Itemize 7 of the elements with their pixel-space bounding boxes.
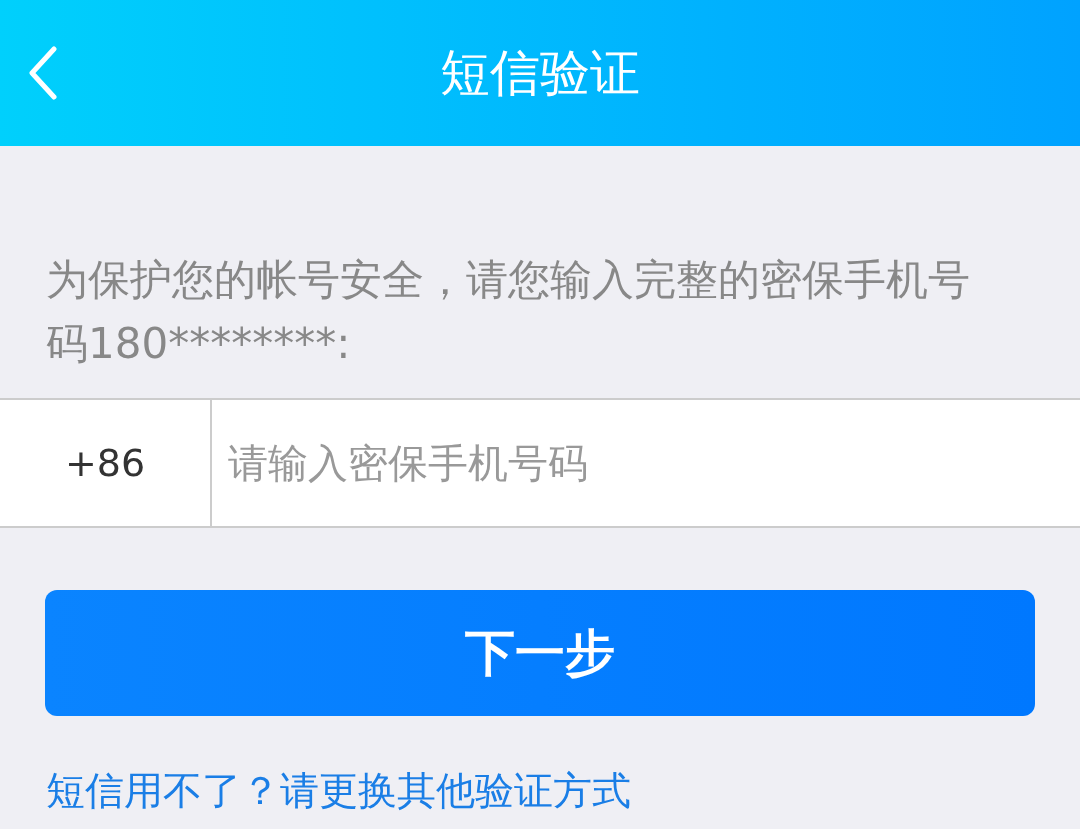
- back-icon[interactable]: [28, 46, 58, 100]
- alternate-verification-link[interactable]: 短信用不了？请更换其他验证方式: [46, 764, 631, 818]
- phone-input-field[interactable]: 请输入密保手机号码: [212, 398, 1080, 528]
- country-code[interactable]: +86: [0, 398, 212, 528]
- instruction-text: 为保护您的帐号安全，请您输入完整的密保手机号码180********:: [46, 254, 971, 370]
- page-title: 短信验证: [440, 42, 640, 104]
- next-button[interactable]: 下一步: [45, 590, 1035, 716]
